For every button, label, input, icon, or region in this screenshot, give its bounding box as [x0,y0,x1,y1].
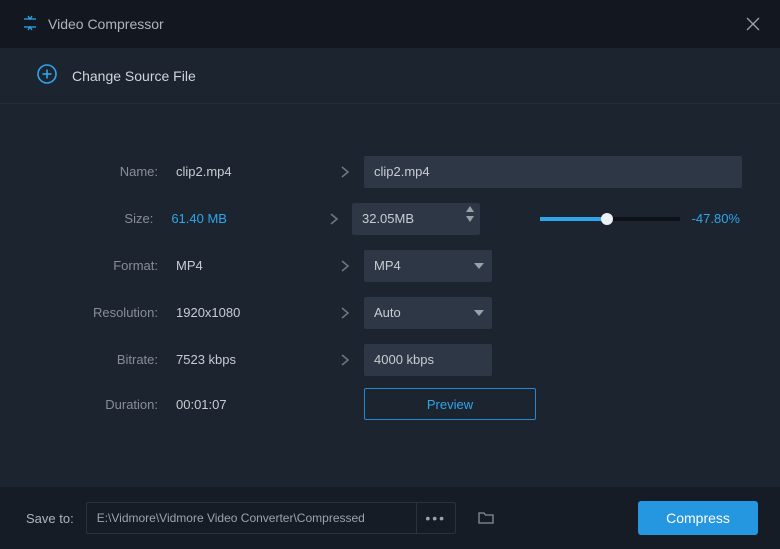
size-row: Size: 61.40 MB -47.80% [38,195,742,242]
name-source-value: clip2.mp4 [176,164,326,179]
bitrate-source-value: 7523 kbps [176,352,326,367]
duration-row: Duration: 00:01:07 Preview [38,383,742,425]
browse-button[interactable]: ••• [416,502,456,534]
bitrate-label: Bitrate: [38,352,176,367]
window-title: Video Compressor [48,16,164,32]
stepper-arrows [466,206,474,222]
save-path-input[interactable] [86,502,416,534]
format-row: Format: MP4 MP4 [38,242,742,289]
titlebar: Video Compressor [0,0,780,48]
resolution-label: Resolution: [38,305,176,320]
size-stepper[interactable] [352,203,480,235]
stepper-down-icon[interactable] [466,216,474,222]
bitrate-row: Bitrate: 7523 kbps [38,336,742,383]
close-icon[interactable] [744,15,762,33]
size-reduction: -47.80% [692,211,742,226]
resolution-select[interactable]: Auto [364,297,492,329]
folder-icon [477,509,495,527]
size-extra: -47.80% [510,211,742,226]
name-control [364,156,528,188]
save-to-label: Save to: [26,511,74,526]
ellipsis-icon: ••• [425,510,446,526]
preview-control: Preview [364,388,536,420]
resolution-row: Resolution: 1920x1080 Auto [38,289,742,336]
duration-label: Duration: [38,397,176,412]
size-label: Size: [38,211,171,226]
bitrate-arrow [326,352,364,368]
resolution-arrow [326,305,364,321]
content: Name: clip2.mp4 Size: 61.40 MB [0,104,780,425]
name-label: Name: [38,164,176,179]
name-row: Name: clip2.mp4 [38,148,742,195]
compress-button[interactable]: Compress [638,501,758,535]
compressor-icon [22,15,38,34]
size-input[interactable] [352,203,480,235]
slider-fill [540,217,607,221]
bitrate-input[interactable] [364,344,492,376]
format-source-value: MP4 [176,258,326,273]
change-source-label: Change Source File [72,68,196,84]
open-folder-button[interactable] [472,504,500,532]
preview-button[interactable]: Preview [364,388,536,420]
size-control [352,203,510,235]
duration-value: 00:01:07 [176,397,326,412]
format-control: MP4 [364,250,528,282]
titlebar-left: Video Compressor [22,15,164,34]
format-selected: MP4 [364,250,492,282]
size-source-value: 61.40 MB [171,211,315,226]
size-slider[interactable] [540,217,680,221]
name-input[interactable] [364,156,742,188]
resolution-source-value: 1920x1080 [176,305,326,320]
add-icon [36,63,58,88]
format-select[interactable]: MP4 [364,250,492,282]
resolution-control: Auto [364,297,528,329]
stepper-up-icon[interactable] [466,206,474,212]
format-label: Format: [38,258,176,273]
change-source-row[interactable]: Change Source File [0,48,780,104]
slider-thumb[interactable] [601,213,613,225]
bottombar: Save to: ••• Compress [0,487,780,549]
save-path-wrap: ••• [86,502,456,534]
resolution-selected: Auto [364,297,492,329]
name-arrow [326,164,364,180]
format-arrow [326,258,364,274]
size-arrow [315,211,352,227]
bitrate-control [364,344,528,376]
